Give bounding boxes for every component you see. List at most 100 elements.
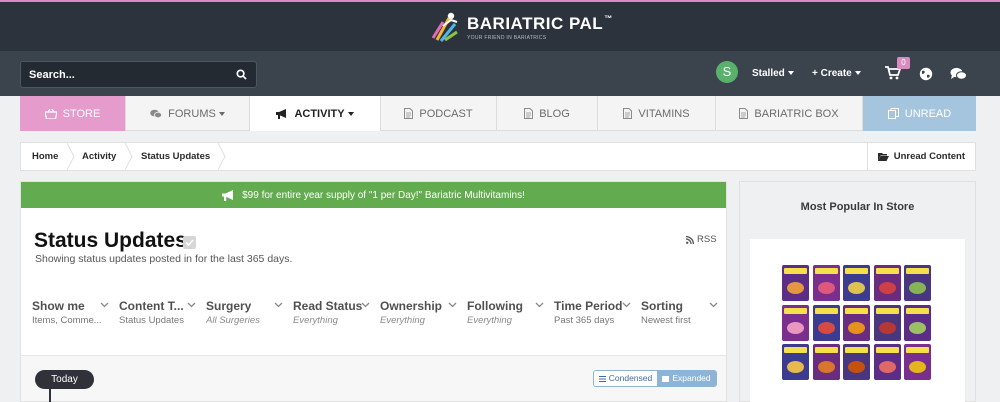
folder-open-icon [877,153,889,161]
product-fruit [909,361,926,373]
nav-activity[interactable]: ACTIVITY [250,96,381,131]
globe-icon[interactable] [919,67,933,81]
product-fruit [909,321,926,334]
product-label [814,268,838,274]
filter-content-type[interactable]: Content T... Status Updates [113,292,200,332]
nav-bariatric-box[interactable]: BARIATRIC BOX [716,96,863,131]
chevron-down-icon [535,302,544,308]
date-marker-today: Today [35,370,94,389]
basket-icon [44,108,57,119]
nav-store[interactable]: STORE [20,96,126,131]
chevron-down-icon [448,302,457,308]
search-icon [236,69,247,80]
product-box [812,304,840,341]
filter-ownership[interactable]: Ownership Everything [374,292,461,332]
unread-content-link[interactable]: Unread Content [866,143,975,170]
chevron-down-icon [361,302,370,308]
search-button[interactable] [227,62,256,87]
chevron-down-icon [274,302,283,308]
product-label [814,347,838,353]
product-image[interactable] [782,265,933,382]
document-icon [404,108,414,119]
chevron-down-icon [187,302,196,308]
breadcrumb: Home Activity Status Updates Unread Cont… [20,142,976,171]
breadcrumb-home[interactable]: Home [32,143,58,170]
product-fruit [848,282,865,294]
product-fruit [787,282,804,294]
product-box [904,344,931,380]
logo-tagline: YOUR FRIEND IN BARIATRICS [467,35,547,41]
nav-unread[interactable]: UNREAD [863,96,976,131]
document-icon [623,108,633,119]
search-input[interactable] [21,62,228,87]
page-title: Status Updates [34,229,187,252]
document-icon [739,108,749,119]
product-label [845,307,868,314]
main-nav: STORE FORUMS ACTIVITY PODCAST BLOG VITAM… [20,96,976,131]
nav-podcast[interactable]: PODCAST [381,96,497,131]
filter-read-status[interactable]: Read Status Everything [287,292,374,332]
product-label [906,307,929,314]
product-fruit [878,282,896,294]
breadcrumb-activity[interactable]: Activity [82,143,116,170]
product-box [812,344,840,380]
popular-product-card[interactable] [750,239,965,402]
product-label [784,268,807,274]
cart-count-badge: 0 [897,57,910,69]
product-fruit [817,361,835,373]
nav-vitamins[interactable]: VITAMINS [598,96,716,131]
product-fruit [878,321,896,334]
logo-name: BARIATRIC PAL™ [467,14,613,33]
megaphone-icon [222,189,235,201]
promo-banner[interactable]: $99 for entire year supply of "1 per Day… [21,182,726,208]
product-box [904,304,931,341]
product-fruit [848,361,865,373]
product-fruit [787,361,804,373]
product-box [904,265,931,301]
product-box [873,304,901,341]
product-label [845,268,868,274]
expanded-view-button[interactable]: Expanded [657,371,716,386]
product-box [873,344,901,380]
product-label [814,307,838,314]
filter-surgery[interactable]: Surgery All Surgeries [200,292,287,332]
megaphone-icon [276,108,288,119]
create-menu[interactable]: + Create [812,68,861,79]
product-label [875,307,899,314]
main-content: $99 for entire year supply of "1 per Day… [20,181,727,402]
chat-bubbles-icon[interactable] [950,67,967,81]
filter-show-me[interactable]: Show me Items, Comme... [26,292,113,332]
product-fruit [909,282,926,294]
filter-following[interactable]: Following Everything [461,292,548,332]
user-menu[interactable]: Stalled [752,68,794,79]
product-label [784,347,807,353]
timeline-line [49,389,51,402]
avatar[interactable]: S [716,61,738,83]
chevron-down-icon [787,71,794,76]
activity-stream: Today Condensed Expanded [21,355,726,402]
view-mode-toggle: Condensed Expanded [593,370,717,387]
nav-blog[interactable]: BLOG [497,96,598,131]
condensed-view-button[interactable]: Condensed [594,371,657,386]
logo-figure-icon [431,12,458,42]
breadcrumb-separator [125,143,133,170]
rss-icon [686,235,694,244]
filter-time-period[interactable]: Time Period Past 365 days [548,292,635,332]
follow-check-icon[interactable] [183,236,196,249]
product-box [843,265,870,301]
rss-link[interactable]: RSS [686,234,717,245]
product-label [906,347,929,353]
chevron-down-icon [854,71,861,76]
product-label [784,307,807,314]
nav-forums[interactable]: FORUMS [126,96,250,131]
product-label [845,347,868,353]
product-box [873,265,901,301]
filter-sorting[interactable]: Sorting Newest first [635,292,722,332]
site-logo[interactable]: BARIATRIC PAL™ YOUR FRIEND IN BARIATRICS [427,10,612,46]
product-fruit [848,321,865,334]
square-icon [662,375,670,382]
product-label [906,268,929,274]
search-box [20,61,257,88]
product-box [812,265,840,301]
document-icon [524,108,534,119]
